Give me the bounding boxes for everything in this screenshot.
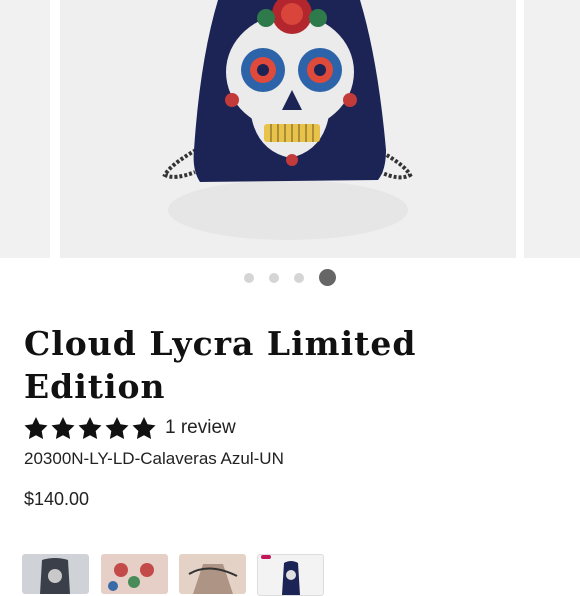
- product-price: $140.00: [24, 489, 90, 509]
- star-icon: [132, 417, 156, 439]
- product-image-carousel[interactable]: [0, 0, 580, 258]
- thumbnail-1[interactable]: [22, 554, 89, 594]
- star-icon: [51, 417, 75, 439]
- review-count-link[interactable]: 1 review: [165, 417, 236, 439]
- product-sku: 20300N-LY-LD-Calaveras Azul-UN: [24, 449, 284, 468]
- bag-thumbnail-icon: [261, 555, 300, 595]
- bag-thumbnail-icon: [188, 564, 238, 594]
- thumbnail-4[interactable]: [257, 554, 324, 596]
- star-icon: [105, 417, 129, 439]
- carousel-pagination: [0, 268, 580, 286]
- pagination-dot[interactable]: [269, 273, 279, 283]
- pagination-dot[interactable]: [294, 273, 304, 283]
- pagination-dot-active[interactable]: [319, 269, 336, 286]
- pagination-dot[interactable]: [244, 273, 254, 283]
- star-icon: [24, 417, 48, 439]
- product-title: Cloud Lycra Limited Edition: [24, 324, 417, 406]
- sugar-skull-bag-image: [162, 0, 413, 240]
- bag-thumbnail-icon: [108, 563, 154, 591]
- thumbnail-2[interactable]: [101, 554, 168, 594]
- next-slide-peek[interactable]: [524, 0, 580, 258]
- thumbnail-strip: [22, 554, 580, 596]
- star-icon: [78, 417, 102, 439]
- bag-thumbnail-icon: [40, 558, 70, 594]
- product-rating[interactable]: 1 review: [24, 416, 236, 440]
- previous-slide-peek[interactable]: [0, 0, 50, 258]
- thumbnail-3[interactable]: [179, 554, 246, 594]
- main-product-image[interactable]: [60, 0, 516, 258]
